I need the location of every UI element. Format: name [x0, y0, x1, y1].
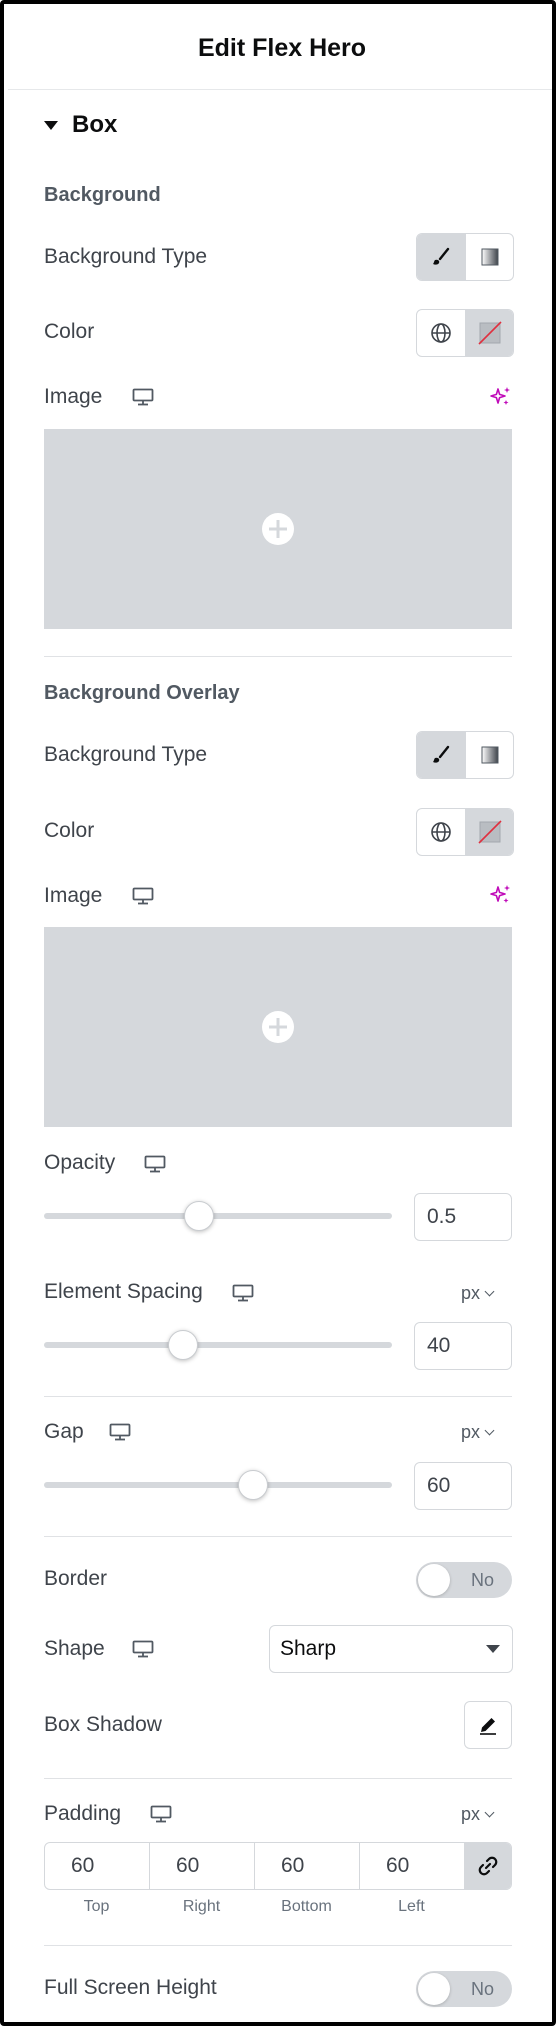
- ai-sparkle-icon[interactable]: [490, 386, 512, 408]
- classic-brush-icon[interactable]: [417, 234, 465, 280]
- padding-unit-select[interactable]: px: [461, 1804, 495, 1825]
- background-type-switch: [416, 233, 514, 281]
- toggle-knob: [418, 1973, 450, 2005]
- chevron-down-icon: [484, 1807, 495, 1818]
- unit-label: px: [461, 1422, 481, 1442]
- panel-header: Edit Flex Hero: [8, 8, 552, 90]
- background-color-control: [416, 309, 514, 357]
- overlay-image-label: Image: [44, 884, 103, 907]
- desktop-icon[interactable]: [132, 887, 154, 905]
- box-shadow-edit-button[interactable]: [464, 1701, 512, 1749]
- full-screen-height-label: Full Screen Height: [44, 1976, 217, 1999]
- border-toggle[interactable]: No: [416, 1562, 512, 1598]
- gradient-icon[interactable]: [465, 234, 513, 280]
- padding-right-input[interactable]: 60: [150, 1843, 255, 1889]
- section-box-toggle[interactable]: Box: [44, 108, 117, 142]
- element-spacing-input[interactable]: 40: [414, 1322, 512, 1370]
- overlay-type-label: Background Type: [44, 743, 208, 766]
- color-swatch-empty-icon[interactable]: [465, 310, 513, 356]
- gradient-icon[interactable]: [465, 732, 513, 778]
- overlay-color-control: [416, 808, 514, 856]
- opacity-input[interactable]: 0.5: [414, 1193, 512, 1241]
- full-screen-height-toggle[interactable]: No: [416, 1971, 512, 2007]
- panel-title: Edit Flex Hero: [197, 34, 367, 62]
- link-values-button[interactable]: [465, 1843, 511, 1889]
- unit-label: px: [461, 1283, 481, 1303]
- padding-dimensions: 60 60 60 60: [44, 1842, 512, 1890]
- add-image-icon: [262, 513, 294, 545]
- caret-down-icon: [486, 1645, 500, 1653]
- link-icon: [478, 1856, 498, 1876]
- desktop-icon[interactable]: [109, 1423, 131, 1441]
- pencil-edit-icon: [480, 1718, 496, 1735]
- desktop-icon[interactable]: [144, 1155, 166, 1173]
- gap-unit-select[interactable]: px: [461, 1422, 495, 1443]
- background-type-label: Background Type: [44, 245, 208, 268]
- divider: [44, 1778, 512, 1779]
- toggle-state: No: [470, 1570, 494, 1590]
- shape-select[interactable]: Sharp: [269, 1625, 513, 1673]
- padding-bottom-input[interactable]: 60: [255, 1843, 360, 1889]
- padding-bottom-caption: Bottom: [281, 1898, 332, 1915]
- overlay-type-switch: [416, 731, 514, 779]
- background-overlay-heading: Background Overlay: [44, 682, 240, 704]
- globe-icon[interactable]: [417, 310, 465, 356]
- shape-selected-value: Sharp: [280, 1637, 337, 1660]
- opacity-label: Opacity: [44, 1151, 116, 1174]
- desktop-icon[interactable]: [232, 1284, 254, 1302]
- background-heading: Background: [44, 184, 161, 206]
- toggle-knob: [418, 1564, 450, 1596]
- divider: [44, 656, 512, 657]
- element-spacing-slider-handle[interactable]: [168, 1330, 199, 1360]
- padding-left-input[interactable]: 60: [360, 1843, 465, 1889]
- gap-label: Gap: [44, 1420, 84, 1443]
- overlay-image-picker[interactable]: [44, 927, 512, 1127]
- shape-label: Shape: [44, 1637, 105, 1660]
- desktop-icon[interactable]: [132, 388, 154, 406]
- background-color-label: Color: [44, 320, 95, 343]
- padding-top-input[interactable]: 60: [45, 1843, 150, 1889]
- box-shadow-label: Box Shadow: [44, 1713, 162, 1736]
- chevron-down-icon: [484, 1425, 495, 1436]
- divider: [44, 1945, 512, 1946]
- editor-panel: Edit Flex Hero Box Background Background…: [0, 0, 556, 2026]
- element-spacing-slider-track[interactable]: [44, 1342, 392, 1348]
- overlay-color-label: Color: [44, 819, 95, 842]
- gap-input[interactable]: 60: [414, 1462, 512, 1510]
- element-spacing-unit-select[interactable]: px: [461, 1283, 495, 1304]
- opacity-slider-track[interactable]: [44, 1213, 392, 1219]
- unit-label: px: [461, 1804, 481, 1824]
- divider: [44, 1536, 512, 1537]
- caret-down-icon: [44, 120, 58, 130]
- element-spacing-label: Element Spacing: [44, 1280, 203, 1303]
- padding-label: Padding: [44, 1802, 122, 1825]
- add-image-icon: [262, 1011, 294, 1043]
- classic-brush-icon[interactable]: [417, 732, 465, 778]
- chevron-down-icon: [484, 1286, 495, 1297]
- gap-slider-track[interactable]: [44, 1482, 392, 1488]
- border-label: Border: [44, 1567, 108, 1590]
- padding-left-caption: Left: [398, 1898, 425, 1915]
- background-image-picker[interactable]: [44, 429, 512, 629]
- divider: [44, 1396, 512, 1397]
- padding-top-caption: Top: [83, 1898, 110, 1915]
- globe-icon[interactable]: [417, 809, 465, 855]
- color-swatch-empty-icon[interactable]: [465, 809, 513, 855]
- ai-sparkle-icon[interactable]: [490, 884, 512, 906]
- desktop-icon[interactable]: [132, 1640, 154, 1658]
- background-image-label: Image: [44, 385, 103, 408]
- gap-slider-handle[interactable]: [237, 1470, 268, 1500]
- section-title: Box: [72, 111, 118, 138]
- padding-right-caption: Right: [182, 1898, 221, 1915]
- opacity-slider-handle[interactable]: [183, 1201, 214, 1231]
- toggle-state: No: [470, 1979, 494, 1999]
- desktop-icon[interactable]: [150, 1805, 172, 1823]
